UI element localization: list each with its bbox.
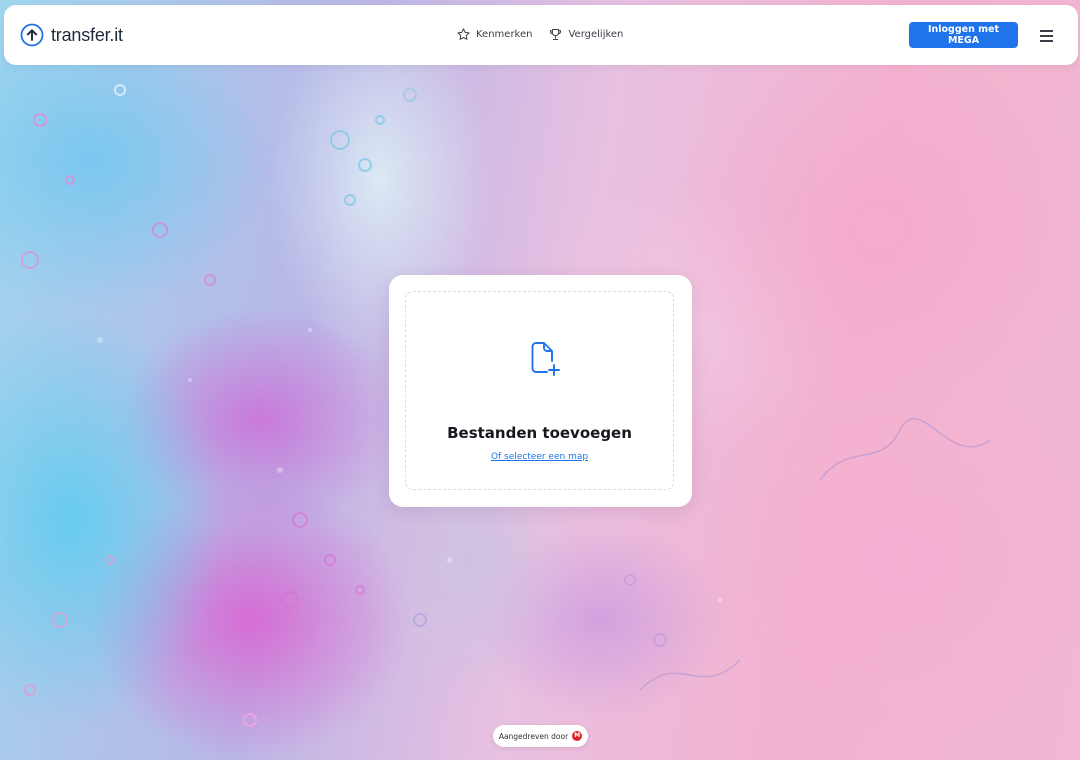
nav-item-vergelijken[interactable]: Vergelijken <box>548 27 623 42</box>
top-bar: transfer.it Kenmerken Vergelijken Inlogg… <box>4 5 1078 65</box>
upload-card: Bestanden toevoegen Of selecteer een map <box>389 275 692 507</box>
star-icon <box>457 28 470 40</box>
file-dropzone[interactable]: Bestanden toevoegen Of selecteer een map <box>405 291 674 490</box>
nav-label: Kenmerken <box>476 29 533 40</box>
login-mega-button[interactable]: Inloggen met MEGA <box>909 22 1018 48</box>
main-nav: Kenmerken Vergelijken <box>456 27 639 42</box>
trophy-icon <box>550 29 562 40</box>
nav-item-kenmerken[interactable]: Kenmerken <box>456 27 532 42</box>
file-add-icon <box>531 342 560 376</box>
hamburger-menu-icon[interactable] <box>1040 30 1056 42</box>
powered-by-text: Aangedreven door <box>498 731 569 741</box>
logo-text: transfer.it <box>51 24 123 45</box>
powered-by-badge[interactable]: Aangedreven door M <box>493 725 588 747</box>
nav-label: Vergelijken <box>568 29 624 40</box>
mega-logo-icon: M <box>572 731 583 741</box>
upload-arrow-icon <box>20 23 44 47</box>
logo[interactable]: transfer.it <box>20 23 123 47</box>
select-folder-link[interactable]: Of selecteer een map <box>406 452 673 462</box>
add-files-title: Bestanden toevoegen <box>447 424 632 442</box>
